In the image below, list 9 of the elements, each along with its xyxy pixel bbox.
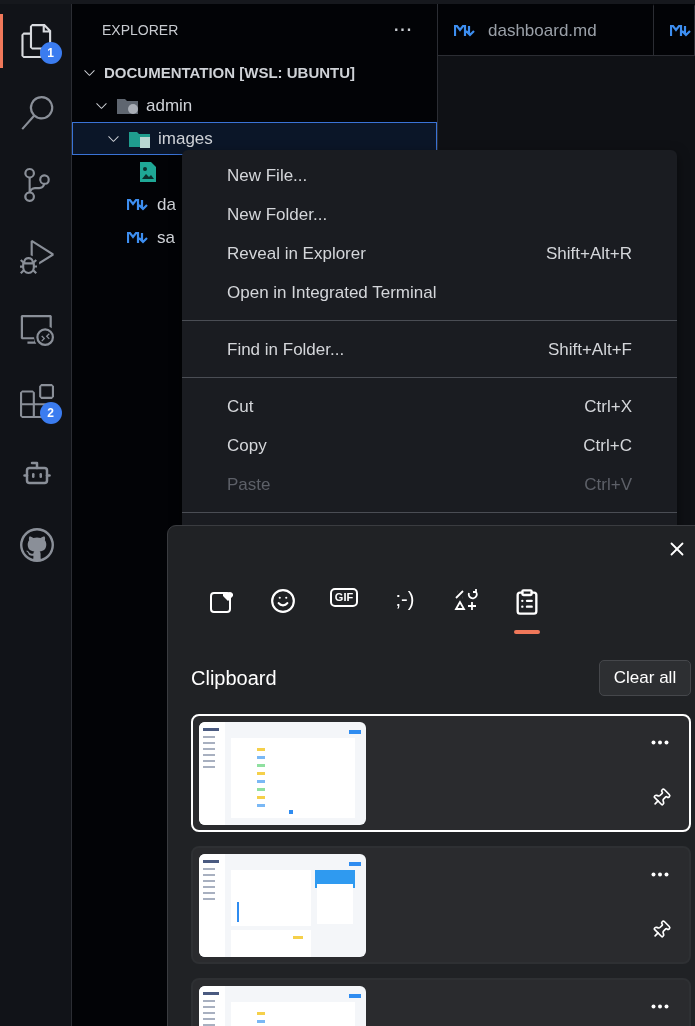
shortcut-text: Shift+Alt+R <box>546 243 632 264</box>
shortcut-text: Ctrl+X <box>584 396 632 417</box>
count-badge: 1 <box>39 42 62 64</box>
shortcut-text: Ctrl+V <box>584 474 632 495</box>
count-badge: 2 <box>39 402 62 424</box>
section-heading: Clipboard <box>191 666 277 690</box>
shortcut-text: Shift+Alt+F <box>547 339 632 360</box>
sidebar-title: EXPLORER <box>102 22 179 38</box>
shortcut-text: Ctrl+C <box>583 435 632 456</box>
